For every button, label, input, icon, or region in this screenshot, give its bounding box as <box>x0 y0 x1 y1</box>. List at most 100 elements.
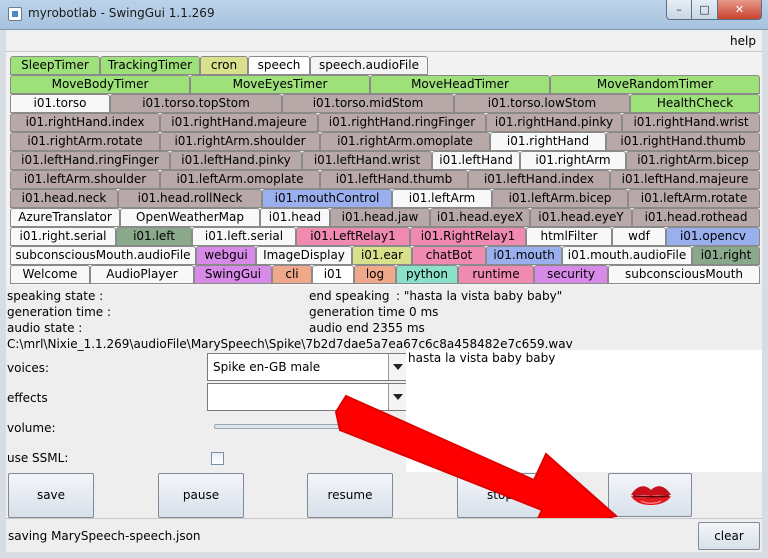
tab-trackingtimer[interactable]: TrackingTimer <box>100 56 200 75</box>
tab-cli[interactable]: cli <box>272 265 312 284</box>
tab-speech[interactable]: speech <box>248 56 310 75</box>
tab-i01-righthand-majeure[interactable]: i01.rightHand.majeure <box>160 113 318 132</box>
tab-log[interactable]: log <box>354 265 396 284</box>
tab-i01-rightarm-shoulder[interactable]: i01.rightArm.shoulder <box>160 132 320 151</box>
volume-label: volume: <box>7 421 56 435</box>
tab-i01-head-neck[interactable]: i01.head.neck <box>10 189 118 208</box>
tab-moveeyestimer[interactable]: MoveEyesTimer <box>190 75 370 94</box>
audio-file-path: C:\mrl\Nixie_1.1.269\audioFile\MarySpeec… <box>7 337 573 351</box>
tab-i01-lefthand-wrist[interactable]: i01.leftHand.wrist <box>302 151 432 170</box>
tab-i01-mouthcontrol[interactable]: i01.mouthControl <box>262 189 392 208</box>
tab-i01-lefthand-index[interactable]: i01.leftHand.index <box>468 170 610 189</box>
app-icon <box>8 7 22 21</box>
tab-i01-righthand-thumb[interactable]: i01.rightHand.thumb <box>606 132 760 151</box>
tab-openweathermap[interactable]: OpenWeatherMap <box>120 208 260 227</box>
tab-i01-leftarm-bicep[interactable]: i01.leftArm.bicep <box>492 189 628 208</box>
tab-i01-lefthand-pinky[interactable]: i01.leftHand.pinky <box>170 151 302 170</box>
pause-button[interactable]: pause <box>158 473 244 518</box>
tab-i01-lefthand-ringfinger[interactable]: i01.leftHand.ringFinger <box>10 151 170 170</box>
tab-i01-rightrelay1[interactable]: i01.RightRelay1 <box>410 227 526 246</box>
tab-i01-opencv[interactable]: i01.opencv <box>666 227 760 246</box>
tab-i01-righthand-ringfinger[interactable]: i01.rightHand.ringFinger <box>318 113 486 132</box>
tab-i01-left[interactable]: i01.left <box>116 227 192 246</box>
tab-i01-lefthand-thumb[interactable]: i01.leftHand.thumb <box>320 170 468 189</box>
tab-i01-head-rothead[interactable]: i01.head.rothead <box>632 208 760 227</box>
tab-i01-head-jaw[interactable]: i01.head.jaw <box>330 208 430 227</box>
tab-i01[interactable]: i01 <box>312 265 354 284</box>
tab-subconsciousmouth[interactable]: subconsciousMouth <box>608 265 760 284</box>
tab-htmlfilter[interactable]: htmlFilter <box>526 227 612 246</box>
title-bar: myrobotlab - SwingGui 1.1.269 – □ ✕ <box>0 0 768 30</box>
tab-i01-lefthand-majeure[interactable]: i01.leftHand.majeure <box>610 170 760 189</box>
status-message: saving MarySpeech-speech.json <box>8 529 201 543</box>
tab-i01-mouth-audiofile[interactable]: i01.mouth.audioFile <box>562 246 692 265</box>
tab-i01-mouth[interactable]: i01.mouth <box>486 246 562 265</box>
tab-i01-righthand-index[interactable]: i01.rightHand.index <box>10 113 160 132</box>
tab-chatbot[interactable]: chatBot <box>412 246 486 265</box>
tab-sleeptimer[interactable]: SleepTimer <box>10 56 100 75</box>
tab-i01-head-eyex[interactable]: i01.head.eyeX <box>430 208 530 227</box>
tab-cron[interactable]: cron <box>200 56 248 75</box>
tab-i01-left-serial[interactable]: i01.left.serial <box>192 227 296 246</box>
tab-healthcheck[interactable]: HealthCheck <box>630 94 760 113</box>
tab-i01-rightarm-rotate[interactable]: i01.rightArm.rotate <box>10 132 160 151</box>
effects-label: effects <box>7 391 48 405</box>
tab-audioplayer[interactable]: AudioPlayer <box>90 265 194 284</box>
tab-i01-ear[interactable]: i01.ear <box>352 246 412 265</box>
maximize-button[interactable]: □ <box>692 0 718 20</box>
chevron-down-icon[interactable] <box>388 354 406 380</box>
tab-speech-audiofile[interactable]: speech.audioFile <box>310 56 428 75</box>
tab-i01-right-serial[interactable]: i01.right.serial <box>10 227 116 246</box>
tab-i01-rightarm-omoplate[interactable]: i01.rightArm.omoplate <box>320 132 490 151</box>
tab-i01-leftrelay1[interactable]: i01.LeftRelay1 <box>296 227 410 246</box>
speak-lips-button[interactable] <box>608 473 692 517</box>
tab-i01-torso[interactable]: i01.torso <box>10 94 110 113</box>
tab-i01-lefthand[interactable]: i01.leftHand <box>432 151 520 170</box>
audio-state-label: audio state : <box>7 321 83 335</box>
speaking-state-label: speaking state : <box>7 289 104 303</box>
tab-i01-head-eyey[interactable]: i01.head.eyeY <box>530 208 632 227</box>
tab-moverandomtimer[interactable]: MoveRandomTimer <box>550 75 760 94</box>
ssml-checkbox[interactable] <box>211 452 224 465</box>
tab-swinggui[interactable]: SwingGui <box>194 265 272 284</box>
tab-i01-righthand-wrist[interactable]: i01.rightHand.wrist <box>622 113 760 132</box>
tab-i01-leftarm[interactable]: i01.leftArm <box>392 189 492 208</box>
clear-button[interactable]: clear <box>698 522 760 550</box>
tab-i01-rightarm[interactable]: i01.rightArm <box>520 151 626 170</box>
tab-i01-torso-lowstom[interactable]: i01.torso.lowStom <box>454 94 630 113</box>
tab-webgui[interactable]: webgui <box>196 246 256 265</box>
service-tabs: SleepTimer TrackingTimer cron speech spe… <box>6 52 762 286</box>
window-controls: – □ ✕ <box>666 0 762 20</box>
speech-text-value: hasta la vista baby baby <box>408 351 556 365</box>
tab-i01-leftarm-rotate[interactable]: i01.leftArm.rotate <box>628 189 760 208</box>
voices-dropdown[interactable]: Spike en-GB male <box>207 353 407 381</box>
tab-i01-head-rollneck[interactable]: i01.head.rollNeck <box>118 189 262 208</box>
tab-runtime[interactable]: runtime <box>458 265 534 284</box>
tab-python[interactable]: python <box>396 265 458 284</box>
tab-i01-righthand[interactable]: i01.rightHand <box>490 132 606 151</box>
tab-i01-leftarm-omoplate[interactable]: i01.leftArm.omoplate <box>160 170 320 189</box>
tab-i01-right[interactable]: i01.right <box>692 246 760 265</box>
save-button[interactable]: save <box>8 473 94 518</box>
tab-wdf[interactable]: wdf <box>612 227 666 246</box>
tab-azuretranslator[interactable]: AzureTranslator <box>10 208 120 227</box>
tab-moveheadtimer[interactable]: MoveHeadTimer <box>370 75 550 94</box>
tab-imagedisplay[interactable]: ImageDisplay <box>256 246 352 265</box>
tab-i01-rightarm-bicep[interactable]: i01.rightArm.bicep <box>626 151 760 170</box>
generation-time-value: generation time 0 ms <box>309 305 439 319</box>
tab-i01-head[interactable]: i01.head <box>260 208 330 227</box>
tab-security[interactable]: security <box>534 265 608 284</box>
tab-welcome[interactable]: Welcome <box>10 265 90 284</box>
close-button[interactable]: ✕ <box>718 0 762 20</box>
minimize-button[interactable]: – <box>666 0 692 20</box>
tab-subconsciousmouth-audiofile[interactable]: subconsciousMouth.audioFile <box>10 246 196 265</box>
tab-i01-torso-midstom[interactable]: i01.torso.midStom <box>282 94 454 113</box>
tab-i01-torso-topstom[interactable]: i01.torso.topStom <box>110 94 282 113</box>
tab-i01-leftarm-shoulder[interactable]: i01.leftArm.shoulder <box>10 170 160 189</box>
status-bar: saving MarySpeech-speech.json clear <box>6 518 762 552</box>
tab-i01-righthand-pinky[interactable]: i01.rightHand.pinky <box>486 113 622 132</box>
voices-selected-value: Spike en-GB male <box>213 360 321 374</box>
help-menu[interactable]: help <box>730 34 756 48</box>
tab-movebodytimer[interactable]: MoveBodyTimer <box>10 75 190 94</box>
menu-bar: help <box>6 30 762 52</box>
